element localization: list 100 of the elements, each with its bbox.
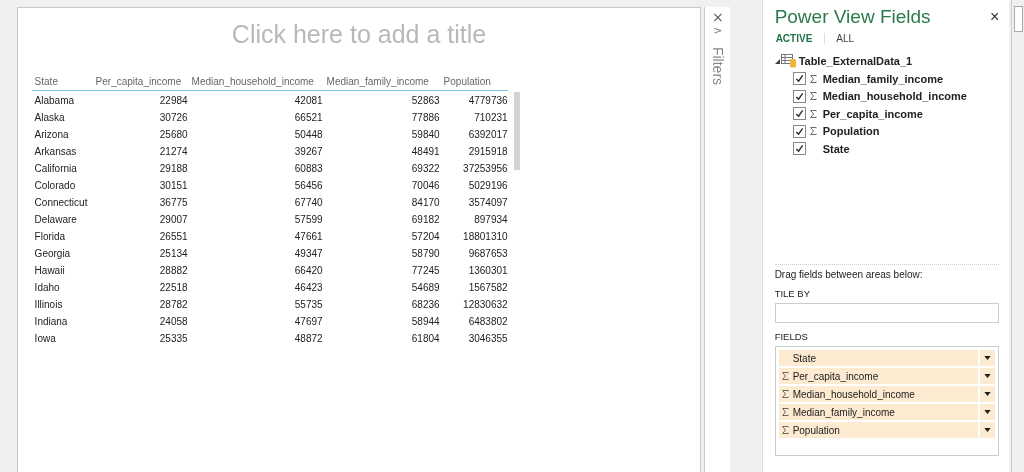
expanded-triangle-icon[interactable] (774, 58, 780, 64)
table-cell-text: Arizona (33, 129, 70, 140)
scrollbar-thumb[interactable] (1014, 6, 1023, 32)
table-cell-text: 1567582 (467, 282, 508, 293)
caret-icon[interactable] (984, 356, 992, 360)
table-cell-text: 84170 (410, 197, 440, 208)
table-cell-text: 28882 (158, 265, 188, 276)
table-cell-text: 60883 (293, 163, 323, 174)
section-label: TILE BY (774, 288, 811, 299)
column-header[interactable]: Population (439, 75, 508, 87)
checkbox[interactable] (792, 107, 806, 121)
table-cell-text: 3046355 (467, 333, 508, 344)
field-name[interactable]: Median_family_income (822, 72, 944, 85)
field-name[interactable]: Population (822, 125, 880, 138)
table-cell-text: Iowa (33, 333, 57, 344)
table-cell-text: Alaska (33, 112, 66, 123)
caret-icon[interactable] (984, 428, 992, 432)
table-cell-text: 5029196 (467, 180, 508, 191)
table-cell-text: 47697 (293, 316, 323, 327)
table-cell-text: 29188 (158, 163, 188, 174)
dropdown-button[interactable] (980, 386, 996, 402)
field-name[interactable]: Per_capita_income (822, 107, 923, 120)
caret-icon[interactable] (984, 410, 992, 414)
table-cell-text: 48491 (410, 146, 440, 157)
table-cell-text: 69322 (410, 163, 440, 174)
table-cell-text: 2915918 (467, 146, 508, 157)
table-cell-text: 50448 (293, 129, 323, 140)
table-cell-text: Colorado (33, 180, 77, 191)
table-name[interactable]: Table_ExternalData_1 (798, 55, 913, 67)
section-label: FIELDS (774, 331, 809, 342)
table-cell-text: 68236 (410, 299, 440, 310)
dropdown-button[interactable] (980, 368, 996, 384)
table-cell-text: 57204 (410, 231, 440, 242)
expand-button[interactable]: > (713, 24, 723, 38)
close-button[interactable]: × (989, 8, 1000, 26)
dropdown-button[interactable] (980, 422, 996, 438)
field-chip[interactable]: Median_family_income (778, 404, 979, 420)
table-cell-text: 1360301 (467, 265, 508, 276)
table-cell-text: 46423 (293, 282, 323, 293)
field-chip[interactable]: Population (778, 422, 979, 438)
table-cell-text: 37253956 (462, 163, 508, 174)
table-cell-text: 48872 (293, 333, 323, 344)
table-cell-text: 897934 (473, 214, 508, 225)
table-cell-text: 28782 (158, 299, 188, 310)
table-cell-text: 22984 (158, 95, 188, 106)
field-chip-label: Population (792, 424, 840, 436)
checkbox[interactable] (792, 142, 806, 156)
tile-by-field[interactable] (774, 303, 1000, 323)
field-chip[interactable]: Median_household_income (778, 386, 979, 402)
checkbox[interactable] (792, 89, 806, 103)
caret-icon[interactable] (984, 374, 992, 378)
table-cell-text: 22518 (158, 282, 188, 293)
table-cell-text: Georgia (33, 248, 72, 259)
table-cell-text: 25335 (158, 333, 188, 344)
table-cell-text: 47661 (293, 231, 323, 242)
table-cell-text: 58944 (410, 316, 440, 327)
tab[interactable]: ALL (835, 33, 867, 44)
field-chip[interactable]: Per_capita_income (778, 368, 979, 384)
table-cell-text: 39267 (293, 146, 323, 157)
panel-title: Power View Fields (774, 6, 931, 28)
table-cell-text: 3574097 (467, 197, 508, 208)
field-chip-label: Median_household_income (792, 388, 915, 400)
table-cell-text: 18801310 (462, 231, 508, 242)
table-cell-text: 66420 (293, 265, 323, 276)
dropdown-button[interactable] (980, 350, 996, 366)
column-header[interactable]: State (31, 75, 92, 87)
field-name[interactable]: Median_household_income (822, 90, 967, 103)
table-cell-text: California (33, 163, 78, 174)
table-cell-text: 29007 (158, 214, 188, 225)
table-cell-text: 30151 (158, 180, 188, 191)
table-cell-text: 77245 (410, 265, 440, 276)
table-cell-text: 24058 (158, 316, 188, 327)
close-button[interactable]: × (712, 10, 724, 24)
table-cell-text: 58790 (410, 248, 440, 259)
field-chip-label: State (792, 352, 816, 364)
table-cell-text: 42081 (293, 95, 323, 106)
table-cell-text: 77886 (410, 112, 440, 123)
table-cell-text: 59840 (410, 129, 440, 140)
table-cell-text: Florida (33, 231, 67, 242)
column-header[interactable]: Median_family_income (322, 75, 440, 87)
table-cell-text: 69182 (410, 214, 440, 225)
dropdown-button[interactable] (980, 404, 996, 420)
table-cell-text: 66521 (293, 112, 323, 123)
field-name[interactable]: State (822, 142, 850, 155)
field-chip[interactable]: State (778, 350, 979, 366)
column-header[interactable]: Median_household_income (187, 75, 323, 87)
scrollbar-thumb[interactable] (513, 92, 520, 170)
table-cell-text: Connecticut (33, 197, 89, 208)
tab[interactable]: ACTIVE (774, 33, 826, 44)
table-cell-text: 49347 (293, 248, 323, 259)
caret-icon[interactable] (984, 392, 992, 396)
table-cell-text: 61804 (410, 333, 440, 344)
hint-text: Drag fields between areas below: (774, 269, 924, 280)
table-cell-text: 6483802 (467, 316, 508, 327)
checkbox[interactable] (792, 72, 806, 86)
column-header[interactable]: Per_capita_income (91, 75, 188, 87)
checkbox[interactable] (792, 124, 806, 138)
table-cell-text: 70046 (410, 180, 440, 191)
table-cell-text: 52863 (410, 95, 440, 106)
filters-label[interactable]: Filters (709, 46, 726, 86)
